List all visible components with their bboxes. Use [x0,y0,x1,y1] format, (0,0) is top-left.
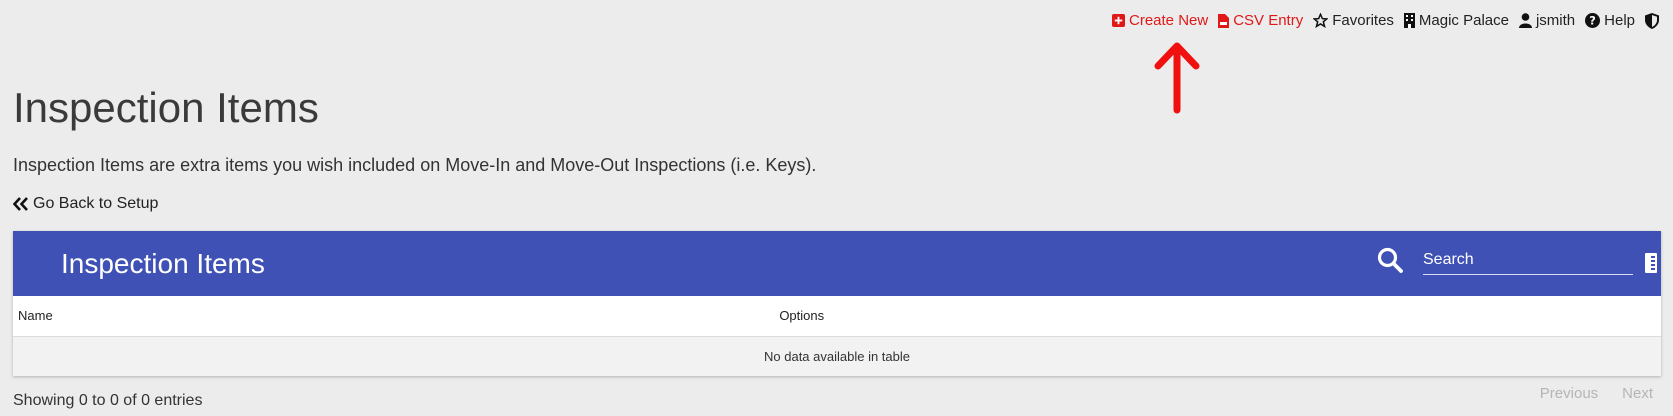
columns-icon[interactable] [1645,253,1657,273]
next-page-button[interactable]: Next [1622,385,1653,402]
page-title: Inspection Items [13,84,319,131]
property-link[interactable]: Magic Palace [1403,12,1509,29]
go-back-to-setup-link[interactable]: Go Back to Setup [13,195,158,213]
question-circle-icon: ? [1585,13,1601,28]
user-menu[interactable]: jsmith [1518,12,1576,29]
card-title: Inspection Items [61,247,265,279]
table-header-row: Name Options [13,296,1661,337]
create-new-label: Create New [1129,12,1209,29]
inspection-items-table: Name Options No data available in table [13,296,1661,376]
help-link[interactable]: ? Help [1585,12,1635,29]
column-header-name[interactable]: Name [13,296,780,337]
table-info: Showing 0 to 0 of 0 entries [13,392,203,409]
inspection-items-card: Inspection Items Name Options No data av [13,231,1661,376]
previous-page-button[interactable]: Previous [1540,385,1598,402]
go-back-label: Go Back to Setup [33,195,159,212]
svg-text:?: ? [1589,15,1596,28]
user-label: jsmith [1535,12,1576,29]
table-row: No data available in table [13,336,1661,376]
shield-icon [1645,12,1659,29]
plus-square-icon [1112,14,1125,27]
csv-file-icon [1218,13,1230,28]
star-icon [1313,13,1329,28]
pagination: Previous Next [1540,385,1653,402]
card-header: Inspection Items [13,231,1661,296]
page-description: Inspection Items are extra items you wis… [13,155,817,175]
search-input[interactable] [1423,245,1633,275]
top-navigation: Create New CSV Entry Favorites Magic Pal… [1112,12,1659,29]
csv-entry-label: CSV Entry [1233,12,1304,29]
empty-table-message: No data available in table [13,336,1661,376]
search-area [1377,245,1633,275]
create-new-link[interactable]: Create New [1112,12,1208,29]
red-arrow-up-icon [1154,42,1200,114]
favorites-label: Favorites [1332,12,1394,29]
csv-entry-link[interactable]: CSV Entry [1218,12,1303,29]
help-label: Help [1604,12,1635,29]
favorites-link[interactable]: Favorites [1313,12,1394,29]
search-icon[interactable] [1377,247,1403,273]
property-label: Magic Palace [1418,12,1509,29]
building-icon [1403,13,1415,28]
column-header-options[interactable]: Options [779,296,1661,337]
user-icon [1518,13,1532,28]
double-chevron-left-icon [13,197,28,211]
shield-button[interactable] [1645,12,1659,29]
